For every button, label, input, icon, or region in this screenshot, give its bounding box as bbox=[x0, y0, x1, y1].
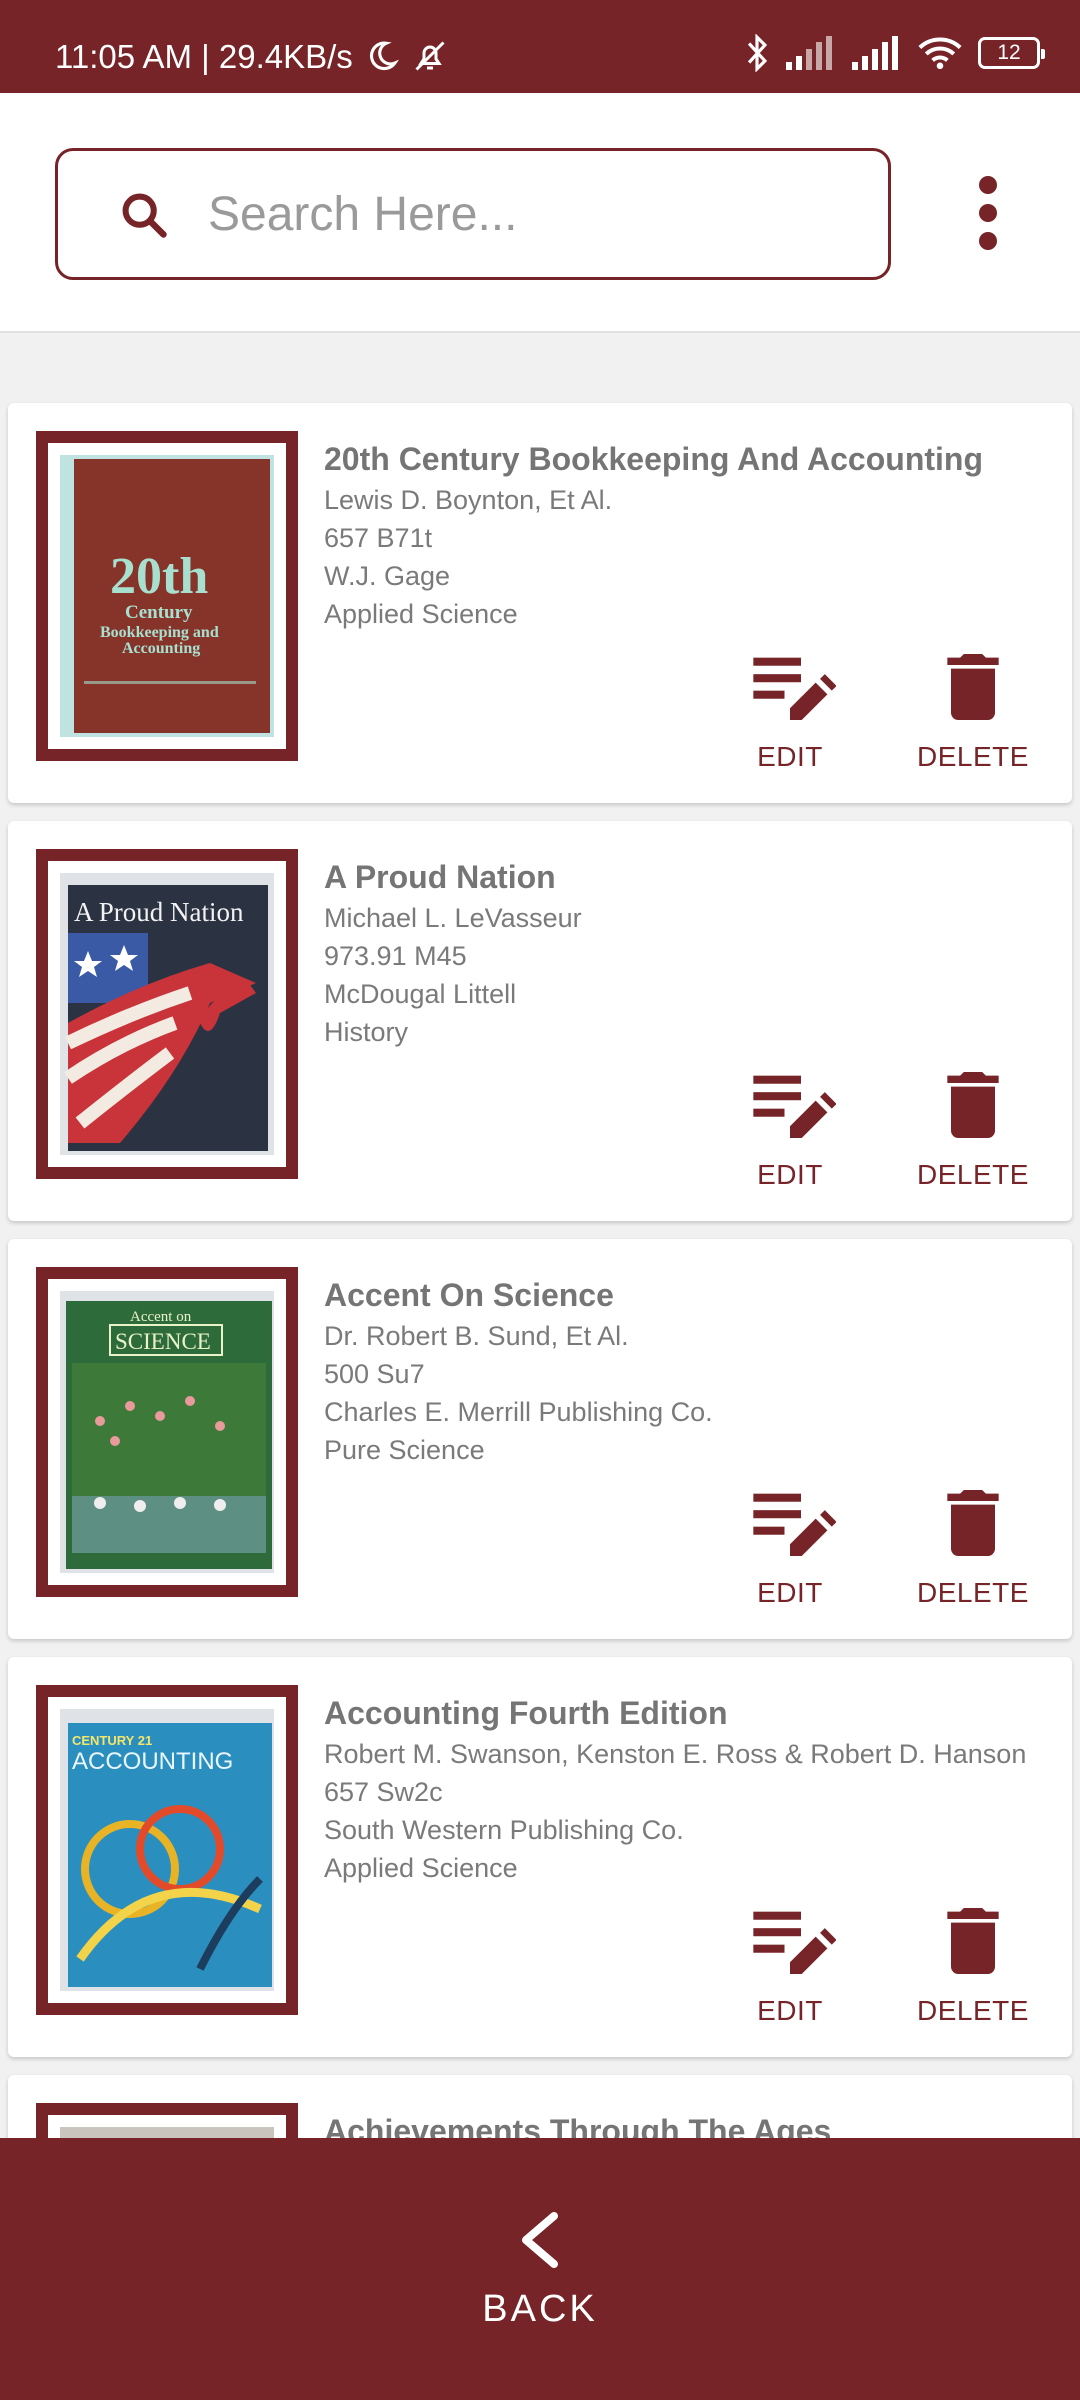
book-cover-frame: A Proud Nation bbox=[36, 849, 298, 1179]
book-info: Achievements Through The Ages bbox=[324, 2109, 1064, 2138]
svg-text:Accent on: Accent on bbox=[130, 1309, 192, 1325]
book-info: Accent On Science Dr. Robert B. Sund, Et… bbox=[324, 1273, 1064, 1469]
back-button[interactable]: BACK bbox=[0, 2138, 1080, 2400]
book-call-number: 657 Sw2c bbox=[324, 1777, 443, 1807]
book-cover-image: CENTURY 21 ACCOUNTING bbox=[60, 1709, 274, 1991]
book-call-number: 500 Su7 bbox=[324, 1359, 425, 1389]
svg-text:SCIENCE: SCIENCE bbox=[115, 1329, 211, 1354]
delete-label: DELETE bbox=[917, 741, 1029, 772]
edit-label: EDIT bbox=[757, 1995, 823, 2026]
delete-label: DELETE bbox=[917, 1995, 1029, 2026]
book-title: A Proud Nation bbox=[324, 859, 556, 895]
edit-icon bbox=[753, 1911, 836, 1974]
book-author: Robert M. Swanson, Kenston E. Ross & Rob… bbox=[324, 1739, 1027, 1769]
delete-button[interactable]: DELETE bbox=[903, 643, 1043, 773]
book-card[interactable]: 20th Century Bookkeeping and Accounting … bbox=[8, 403, 1072, 803]
svg-text:A Proud Nation: A Proud Nation bbox=[74, 897, 244, 927]
edit-button[interactable]: EDIT bbox=[720, 1061, 860, 1191]
moon-icon bbox=[369, 41, 399, 71]
signal-icon bbox=[786, 36, 832, 70]
book-title: Accounting Fourth Edition bbox=[324, 1695, 728, 1731]
edit-button[interactable]: EDIT bbox=[720, 643, 860, 773]
svg-text:Accounting: Accounting bbox=[122, 640, 200, 657]
trash-icon bbox=[947, 1490, 999, 1556]
book-category: Applied Science bbox=[324, 599, 518, 629]
book-cover-frame: CENTURY 21 ACCOUNTING bbox=[36, 1685, 298, 2015]
more-options-icon[interactable] bbox=[960, 165, 1016, 261]
battery-icon: 12 bbox=[978, 37, 1045, 69]
book-call-number: 657 B71t bbox=[324, 523, 433, 553]
svg-text:ACCOUNTING: ACCOUNTING bbox=[72, 1748, 233, 1775]
book-cover-frame bbox=[36, 2103, 298, 2138]
edit-label: EDIT bbox=[757, 1159, 823, 1190]
book-cover-image: Accent on SCIENCE bbox=[60, 1291, 274, 1573]
delete-label: DELETE bbox=[917, 1159, 1029, 1190]
book-publisher: Charles E. Merrill Publishing Co. bbox=[324, 1397, 713, 1427]
svg-text:CENTURY 21: CENTURY 21 bbox=[72, 1733, 152, 1748]
book-info: A Proud Nation Michael L. LeVasseur 973.… bbox=[324, 855, 1064, 1051]
book-card[interactable]: A Proud Nation A Proud Nation Michael L.… bbox=[8, 821, 1072, 1221]
battery-level: 12 bbox=[997, 41, 1021, 64]
edit-icon bbox=[753, 657, 836, 720]
book-title: 20th Century Bookkeeping And Accounting bbox=[324, 441, 983, 477]
bluetooth-icon bbox=[747, 34, 768, 72]
book-author: Lewis D. Boynton, Et Al. bbox=[324, 485, 613, 515]
delete-label: DELETE bbox=[917, 1577, 1029, 1608]
edit-button[interactable]: EDIT bbox=[720, 1897, 860, 2027]
search-icon[interactable] bbox=[118, 189, 170, 241]
book-publisher: South Western Publishing Co. bbox=[324, 1815, 684, 1845]
delete-button[interactable]: DELETE bbox=[903, 1061, 1043, 1191]
edit-button[interactable]: EDIT bbox=[720, 1479, 860, 1609]
book-author: Michael L. LeVasseur bbox=[324, 903, 582, 933]
status-right: 12 bbox=[744, 34, 1045, 72]
book-publisher: McDougal Littell bbox=[324, 979, 517, 1009]
book-card[interactable]: Accent on SCIENCE Accent On Science Dr. … bbox=[8, 1239, 1072, 1639]
search-header bbox=[0, 93, 1080, 333]
book-category: Pure Science bbox=[324, 1435, 485, 1465]
book-title: Accent On Science bbox=[324, 1277, 614, 1313]
book-author: Dr. Robert B. Sund, Et Al. bbox=[324, 1321, 629, 1351]
book-call-number: 973.91 M45 bbox=[324, 941, 467, 971]
book-category: Applied Science bbox=[324, 1853, 518, 1883]
book-cover-image bbox=[60, 2127, 274, 2138]
trash-icon bbox=[947, 1908, 999, 1974]
book-list[interactable]: 20th Century Bookkeeping and Accounting … bbox=[0, 333, 1080, 2138]
book-publisher: W.J. Gage bbox=[324, 561, 451, 591]
chevron-left-icon bbox=[522, 2212, 558, 2268]
delete-button[interactable]: DELETE bbox=[903, 1479, 1043, 1609]
back-label: BACK bbox=[482, 2288, 598, 2330]
book-cover-image: A Proud Nation bbox=[60, 873, 274, 1155]
svg-text:Bookkeeping and: Bookkeeping and bbox=[100, 624, 219, 641]
svg-text:20th: 20th bbox=[110, 548, 208, 605]
trash-icon bbox=[947, 654, 999, 720]
trash-icon bbox=[947, 1072, 999, 1138]
signal-icon bbox=[852, 36, 898, 70]
book-title: Achievements Through The Ages bbox=[324, 2113, 832, 2138]
edit-label: EDIT bbox=[757, 741, 823, 772]
wifi-icon bbox=[918, 37, 962, 70]
status-time: 11:05 AM | 29.4KB/s bbox=[55, 37, 353, 75]
delete-button[interactable]: DELETE bbox=[903, 1897, 1043, 2027]
book-cover-frame: Accent on SCIENCE bbox=[36, 1267, 298, 1597]
edit-icon bbox=[753, 1493, 836, 1556]
book-info: 20th Century Bookkeeping And Accounting … bbox=[324, 437, 1064, 633]
alarm-off-icon bbox=[415, 41, 445, 71]
search-box[interactable] bbox=[55, 148, 891, 280]
edit-label: EDIT bbox=[757, 1577, 823, 1608]
book-category: History bbox=[324, 1017, 409, 1047]
book-cover-image: 20th Century Bookkeeping and Accounting bbox=[60, 455, 274, 737]
search-input[interactable] bbox=[208, 151, 868, 277]
book-card[interactable]: Achievements Through The Ages bbox=[8, 2075, 1072, 2138]
book-cover-frame: 20th Century Bookkeeping and Accounting bbox=[36, 431, 298, 761]
book-info: Accounting Fourth Edition Robert M. Swan… bbox=[324, 1691, 1064, 1887]
svg-text:Century: Century bbox=[125, 602, 193, 623]
book-card[interactable]: CENTURY 21 ACCOUNTING Accounting Fourth … bbox=[8, 1657, 1072, 2057]
edit-icon bbox=[753, 1075, 836, 1138]
status-bar: 11:05 AM | 29.4KB/s 12 bbox=[0, 0, 1080, 93]
status-left: 11:05 AM | 29.4KB/s bbox=[55, 38, 449, 74]
